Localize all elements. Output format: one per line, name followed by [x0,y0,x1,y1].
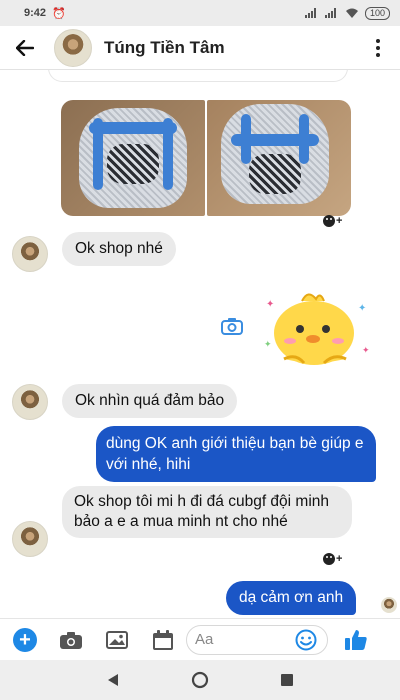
add-icon: + [13,627,37,652]
more-options-icon[interactable] [368,36,388,60]
calendar-button[interactable] [148,625,178,655]
battery-indicator: 100 [364,6,390,20]
message-bubble-incoming[interactable]: Ok nhìn quá đảm bảo [62,384,238,418]
camera-icon[interactable] [221,316,243,336]
add-button[interactable]: + [10,625,40,655]
nav-home-icon [191,671,209,689]
svg-text:✦: ✦ [358,303,366,314]
signal-icon [304,8,316,18]
contact-avatar[interactable] [54,28,92,67]
wifi-icon [345,8,358,18]
contact-avatar-small[interactable] [12,384,48,420]
photo-icon [60,631,82,649]
react-emoji-icon[interactable]: + [323,213,343,229]
like-button[interactable] [342,626,370,654]
like-icon [345,629,367,650]
calendar-icon [153,629,173,650]
camera-button[interactable] [56,625,86,655]
contact-name[interactable]: Túng Tiền Tâm [104,38,225,58]
previous-message-bubble [48,70,348,82]
message-bubble-outgoing[interactable]: dùng OK anh giới thiệu bạn bè giúp e với… [96,426,376,482]
gallery-icon [106,630,128,649]
message-bubble-incoming[interactable]: Ok shop tôi mi h đi đá cubgf đội minh bả… [62,486,352,538]
signal-icon-2 [324,8,336,18]
contact-avatar-small[interactable] [12,521,48,557]
system-nav-bar [0,660,400,700]
status-icons: 100 [304,6,390,20]
message-bubble-outgoing[interactable]: dạ cảm ơn anh [226,581,357,615]
status-time: 9:42 [24,7,47,19]
status-bar: 9:42 ⏰ 100 [0,0,400,26]
message-composer: + [0,618,400,660]
nav-recents-icon [280,674,293,686]
nav-back-button[interactable] [98,665,128,695]
message-list[interactable]: + Ok shop nhé ✦ ✦ ✦ ✦ Ok nhìn quá đảm bả… [0,70,400,618]
sticker-image[interactable]: ✦ ✦ ✦ ✦ [258,287,376,377]
nav-home-button[interactable] [185,665,215,695]
svg-text:✦: ✦ [264,340,272,350]
knee-brace-image [79,108,187,208]
conversation-header: Túng Tiền Tâm [0,26,400,70]
seen-avatar [381,597,397,613]
alarm-icon: ⏰ [52,7,66,20]
back-arrow-icon [16,39,34,56]
knee-brace-image [221,104,329,204]
contact-avatar-small[interactable] [12,236,48,272]
nav-back-icon [108,674,119,686]
message-photo[interactable] [207,100,351,216]
message-input-wrapper[interactable] [186,624,328,655]
message-bubble-incoming[interactable]: Ok shop nhé [62,232,176,266]
react-emoji-icon[interactable]: + [323,551,343,567]
message-input[interactable] [195,631,295,648]
nav-recents-button[interactable] [272,665,302,695]
message-photo[interactable] [61,100,205,216]
gallery-button[interactable] [102,625,132,655]
back-button[interactable] [12,35,38,61]
svg-text:✦: ✦ [362,346,370,356]
svg-text:✦: ✦ [266,299,274,310]
emoji-icon[interactable] [295,629,317,651]
